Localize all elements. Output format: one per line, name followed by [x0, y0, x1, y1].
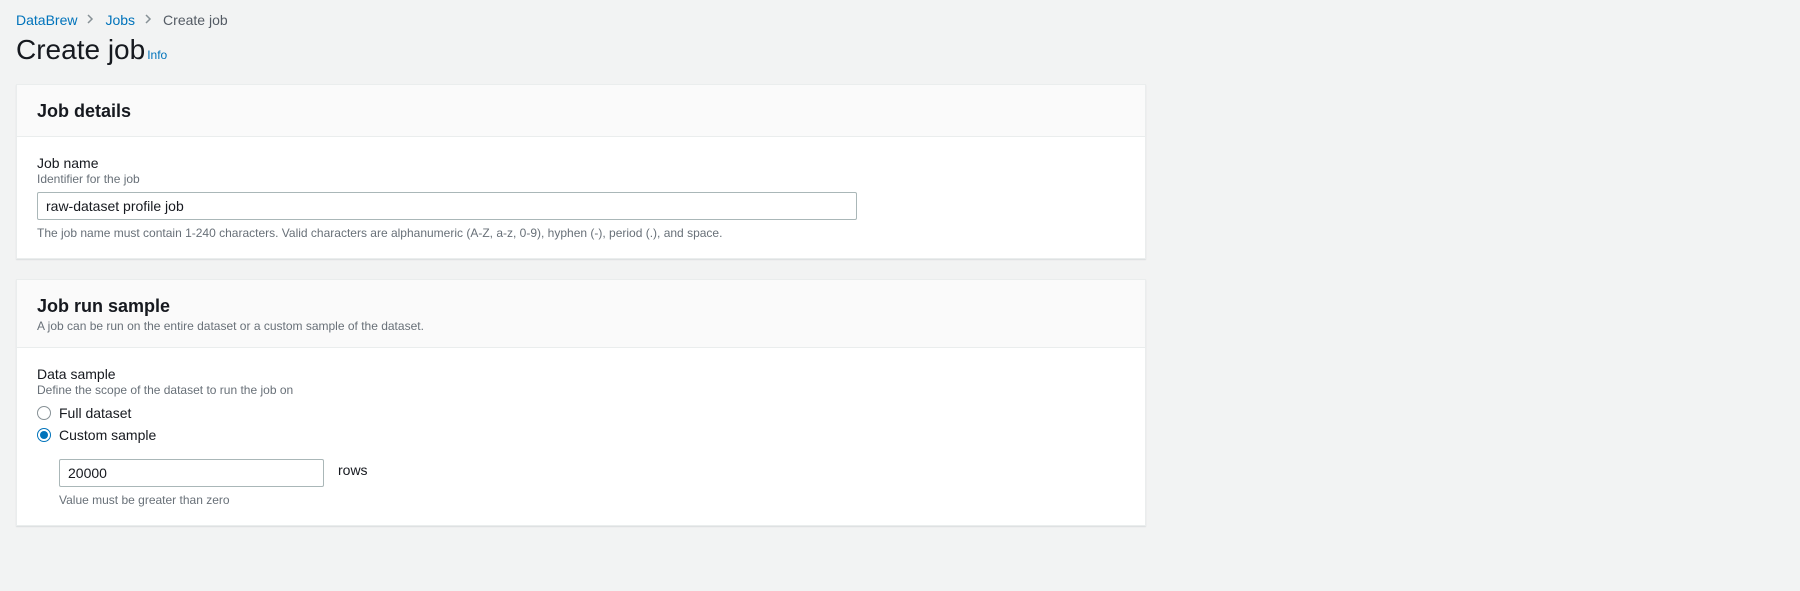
job-name-constraint: The job name must contain 1-240 characte… [37, 226, 1125, 240]
job-details-heading: Job details [37, 101, 1125, 122]
radio-icon [37, 406, 51, 420]
chevron-right-icon [145, 13, 153, 27]
custom-sample-row: rows [59, 453, 1125, 487]
breadcrumb: DataBrew Jobs Create job [16, 12, 1784, 28]
job-details-panel: Job details Job name Identifier for the … [16, 84, 1146, 259]
page-title-row: Create job Info [16, 34, 1784, 66]
breadcrumb-jobs[interactable]: Jobs [105, 12, 135, 28]
data-sample-label: Data sample [37, 366, 1125, 382]
job-run-sample-panel: Job run sample A job can be run on the e… [16, 279, 1146, 526]
job-name-input[interactable] [37, 192, 857, 220]
job-name-label: Job name [37, 155, 1125, 171]
custom-sample-constraint: Value must be greater than zero [59, 493, 1125, 507]
radio-icon [37, 428, 51, 442]
radio-full-dataset[interactable]: Full dataset [37, 405, 1125, 421]
chevron-right-icon [87, 13, 95, 27]
radio-full-dataset-label: Full dataset [59, 405, 131, 421]
job-details-header: Job details [17, 85, 1145, 137]
job-run-sample-heading: Job run sample [37, 296, 1125, 317]
data-sample-help: Define the scope of the dataset to run t… [37, 383, 1125, 397]
radio-custom-sample-label: Custom sample [59, 427, 156, 443]
custom-sample-input[interactable] [59, 459, 324, 487]
job-name-help: Identifier for the job [37, 172, 1125, 186]
rows-label: rows [338, 462, 368, 478]
info-link[interactable]: Info [147, 48, 167, 62]
job-run-sample-body: Data sample Define the scope of the data… [17, 348, 1145, 525]
breadcrumb-root[interactable]: DataBrew [16, 12, 77, 28]
job-details-body: Job name Identifier for the job The job … [17, 137, 1145, 258]
radio-custom-sample[interactable]: Custom sample [37, 427, 1125, 443]
job-run-sample-header: Job run sample A job can be run on the e… [17, 280, 1145, 348]
breadcrumb-current: Create job [163, 12, 228, 28]
page-title: Create job [16, 34, 145, 66]
job-run-sample-sub: A job can be run on the entire dataset o… [37, 319, 1125, 333]
data-sample-radio-group: Full dataset Custom sample [37, 405, 1125, 443]
